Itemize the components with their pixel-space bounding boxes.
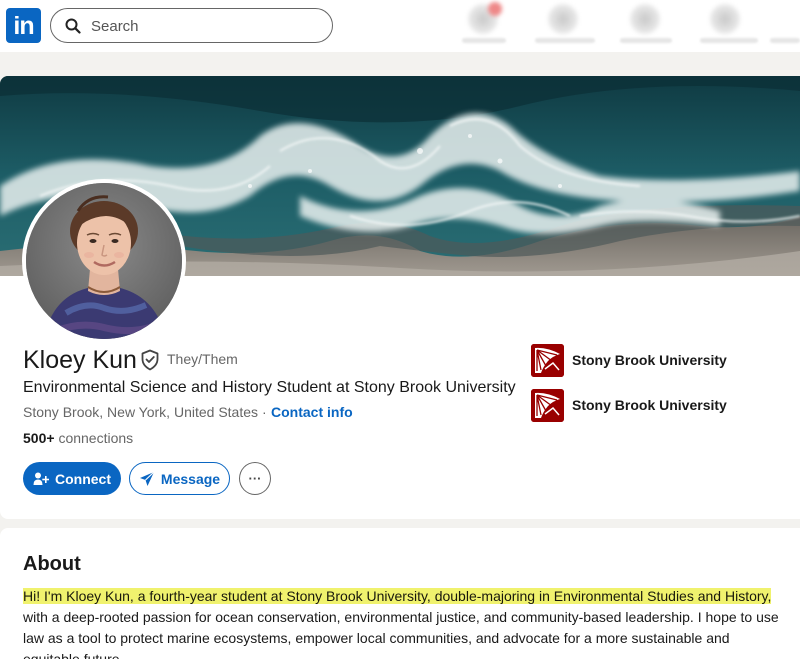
nav-item-messaging-icon[interactable]: [710, 4, 740, 34]
add-person-icon: [33, 472, 49, 485]
verified-shield-icon[interactable]: [140, 349, 160, 371]
pronouns: They/Them: [167, 351, 238, 367]
education-entry[interactable]: Stony Brook University: [531, 388, 727, 422]
message-button[interactable]: Message: [129, 462, 230, 495]
profile-name: Kloey Kun: [23, 346, 137, 374]
connections-count[interactable]: 500+ connections: [23, 430, 133, 446]
stony-brook-logo-icon: [531, 343, 564, 377]
about-text: Hi! I'm Kloey Kun, a fourth-year student…: [23, 586, 783, 659]
profile-card: Kloey Kun They/Them Environmental Scienc…: [0, 76, 800, 519]
education-name: Stony Brook University: [572, 397, 727, 413]
connections-label: connections: [58, 430, 134, 446]
profile-avatar[interactable]: [22, 179, 186, 343]
notification-badge-icon: [488, 2, 502, 16]
nav-item-label-blur: [770, 38, 800, 43]
nav-item-network-icon[interactable]: [548, 4, 578, 34]
about-highlighted-text: Hi! I'm Kloey Kun, a fourth-year student…: [23, 588, 772, 604]
nav-item-label-blur: [700, 38, 758, 43]
nav-item-jobs-icon[interactable]: [630, 4, 660, 34]
nav-item-label-blur: [535, 38, 595, 43]
search-icon: [65, 18, 81, 34]
nav-item-label-blur: [620, 38, 672, 43]
profile-headline: Environmental Science and History Studen…: [23, 379, 516, 396]
connections-number: 500+: [23, 430, 55, 446]
message-label: Message: [160, 470, 221, 487]
education-name: Stony Brook University: [572, 352, 727, 368]
contact-info-link[interactable]: Contact info: [271, 404, 353, 420]
linkedin-logo[interactable]: in: [6, 8, 41, 43]
about-section: About Hi! I'm Kloey Kun, a fourth-year s…: [0, 528, 800, 659]
connect-label: Connect: [55, 470, 111, 487]
more-dots-icon: ···: [248, 471, 262, 486]
separator-dot: ·: [262, 404, 267, 420]
about-title: About: [23, 553, 81, 575]
connect-button[interactable]: Connect: [23, 462, 121, 495]
top-nav: in: [0, 0, 800, 52]
search-input[interactable]: [91, 15, 321, 37]
profile-location: Stony Brook, New York, United States: [23, 404, 259, 420]
send-icon: [139, 471, 155, 486]
search-box[interactable]: [50, 8, 333, 43]
more-actions-button[interactable]: ···: [239, 462, 271, 495]
education-entry[interactable]: Stony Brook University: [531, 343, 727, 377]
about-rest-text: with a deep-rooted passion for ocean con…: [23, 609, 779, 659]
stony-brook-logo-icon: [531, 388, 564, 422]
nav-item-label-blur: [462, 38, 506, 43]
